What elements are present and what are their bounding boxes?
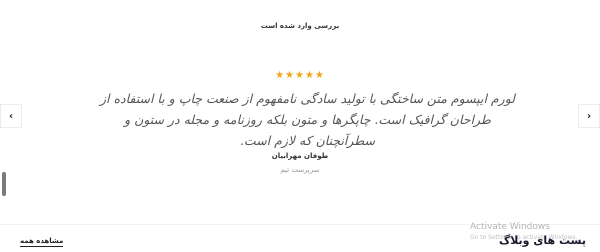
carousel-prev-button[interactable]: ‹ — [0, 104, 22, 128]
author-role: سرپرست تیم — [280, 166, 320, 174]
activate-windows-title: Activate Windows — [470, 222, 550, 232]
testimonial-section: بررسی وارد شده است ★★★★★ لورم ایپسوم متن… — [0, 0, 600, 252]
review-submitted-label: بررسی وارد شده است — [260, 22, 340, 30]
chevron-right-icon: › — [586, 110, 592, 122]
carousel-next-button[interactable]: › — [578, 104, 600, 128]
rating-stars: ★★★★★ — [275, 70, 325, 81]
blog-posts-title: پست های وبلاگ — [498, 234, 586, 247]
chevron-left-icon: ‹ — [8, 110, 14, 122]
view-all-link[interactable]: مشاهده همه — [20, 237, 64, 247]
author-name: طوفان مهرابیان — [271, 152, 329, 160]
scrollbar-thumb[interactable] — [2, 172, 6, 196]
testimonial-quote: لورم ایپسوم متن ساختگی با تولید سادگی نا… — [100, 91, 515, 148]
